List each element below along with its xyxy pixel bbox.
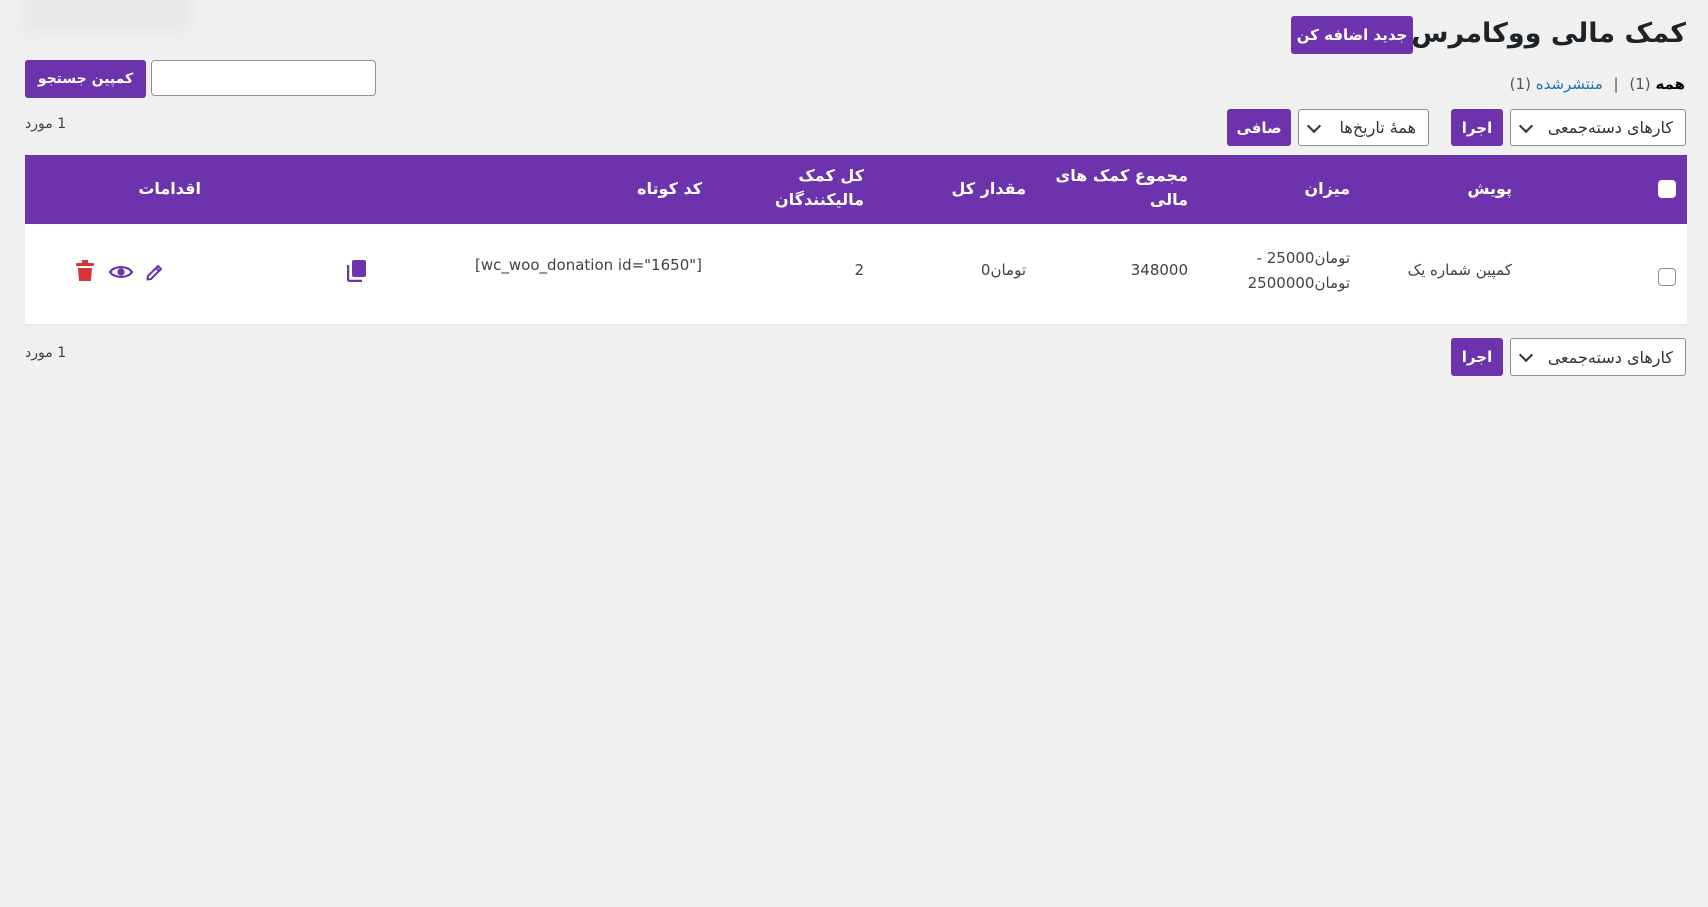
dates-select-label: همهٔ تاریخ‌ها: [1339, 118, 1417, 137]
cell-shortcode: [wc_woo_donation id="1650"]: [475, 256, 702, 274]
table-header: پویش میزان مجموع کمک های مالی مقدار کل ک…: [25, 155, 1687, 224]
apply-button-bottom[interactable]: اجرا: [1451, 338, 1503, 376]
col-total-donations[interactable]: مجموع کمک های مالی: [1056, 164, 1188, 212]
col-total-donors-line2: مالیکنندگان: [774, 190, 864, 209]
eye-icon[interactable]: [109, 264, 133, 280]
bulk-actions-select-top[interactable]: کارهای دسته‌جمعی: [1510, 109, 1686, 146]
bulk-actions-select-bottom[interactable]: کارهای دسته‌جمعی: [1510, 338, 1686, 376]
cell-amount-line2: تومان2500000: [1247, 274, 1350, 292]
items-count-top: 1 مورد: [25, 116, 67, 132]
status-filters: همه (1) | منتشرشده (1): [1510, 72, 1685, 96]
chevron-down-icon: [1306, 118, 1322, 133]
blurred-region: [22, 0, 192, 32]
add-new-button[interactable]: جدید اضافه کن: [1291, 16, 1413, 54]
apply-button-top[interactable]: اجرا: [1451, 109, 1503, 146]
copy-icon[interactable]: [347, 260, 367, 282]
filter-all[interactable]: همه: [1655, 75, 1685, 93]
chevron-down-icon: [1518, 118, 1534, 133]
campaigns-table: پویش میزان مجموع کمک های مالی مقدار کل ک…: [25, 155, 1687, 324]
bulk-actions-label-bottom: کارهای دسته‌جمعی: [1547, 347, 1673, 367]
col-total-donations-line2: مالی: [1149, 190, 1188, 209]
pencil-icon[interactable]: [145, 262, 165, 282]
filter-published[interactable]: منتشرشده: [1536, 75, 1603, 93]
cell-total-donations: 348000: [1130, 261, 1188, 279]
cell-total-value: تومان0: [980, 261, 1026, 279]
col-amount[interactable]: میزان: [1304, 177, 1350, 201]
col-actions: اقدامات: [138, 179, 201, 198]
search-input[interactable]: [151, 60, 376, 96]
row-checkbox[interactable]: [1658, 268, 1676, 286]
items-count-bottom: 1 مورد: [25, 345, 67, 361]
col-total-donors-line1: کل کمک: [798, 166, 864, 185]
cell-total-donors: 2: [854, 261, 864, 279]
col-total-value[interactable]: مقدار کل: [951, 177, 1026, 201]
chevron-down-icon: [1518, 347, 1534, 363]
col-shortcode: کد کوتاه: [637, 179, 702, 198]
cell-amount: تومان25000 - تومان2500000: [1248, 246, 1350, 296]
trash-icon[interactable]: [76, 260, 94, 282]
cell-campaign[interactable]: کمپین شماره یک: [1408, 258, 1512, 283]
select-all-checkbox[interactable]: [1658, 180, 1676, 198]
filter-separator: |: [1613, 75, 1619, 93]
page-title: کمک مالی ووکامرس: [1411, 18, 1686, 49]
col-total-donations-line1: مجموع کمک های: [1055, 166, 1188, 185]
filter-all-count: (1): [1629, 75, 1651, 93]
col-total-donors[interactable]: کل کمک مالیکنندگان: [775, 164, 864, 212]
filter-published-count: (1): [1509, 75, 1531, 93]
search-button[interactable]: کمپین جستجو: [25, 60, 146, 98]
bulk-actions-label-top: کارهای دسته‌جمعی: [1547, 118, 1673, 137]
filter-button[interactable]: صافی: [1227, 109, 1291, 146]
cell-amount-line1: تومان25000 -: [1256, 249, 1350, 267]
col-campaign[interactable]: پویش: [1467, 177, 1512, 201]
dates-select[interactable]: همهٔ تاریخ‌ها: [1298, 109, 1429, 146]
